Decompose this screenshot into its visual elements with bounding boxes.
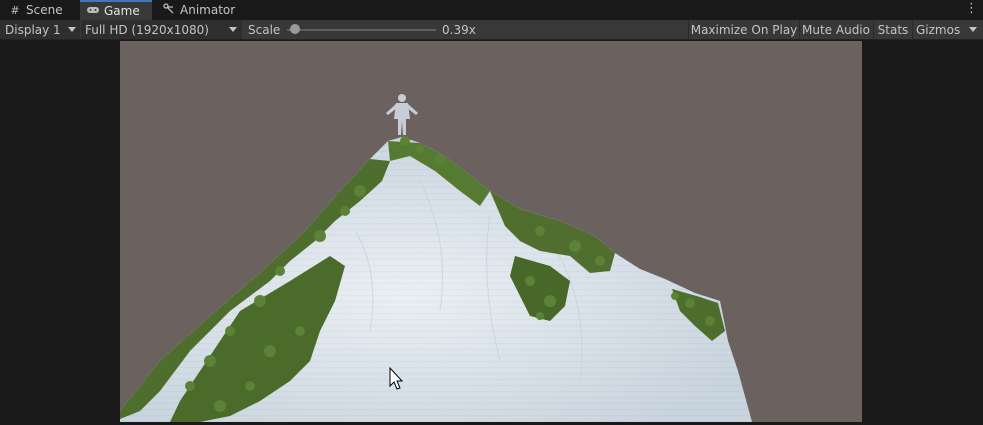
scale-slider-thumb[interactable] xyxy=(290,24,300,34)
scale-label: Scale xyxy=(248,22,281,37)
display-dropdown[interactable]: Display 1 xyxy=(0,20,80,39)
chevron-down-icon xyxy=(229,27,237,32)
gizmos-label: Gizmos xyxy=(916,22,961,37)
resolution-dropdown[interactable]: Full HD (1920x1080) xyxy=(81,20,242,39)
tab-scene[interactable]: # Scene xyxy=(2,0,78,20)
animator-icon xyxy=(162,2,176,18)
display-value: Display 1 xyxy=(5,22,61,37)
scene-render xyxy=(120,94,752,422)
divider xyxy=(688,20,689,39)
tab-animator[interactable]: Animator xyxy=(156,0,246,20)
chevron-down-icon xyxy=(68,27,76,32)
scale-value: 0.39x xyxy=(442,22,476,37)
game-viewport[interactable] xyxy=(120,41,862,422)
resolution-value: Full HD (1920x1080) xyxy=(85,22,209,37)
maximize-on-play-button[interactable]: Maximize On Play xyxy=(690,20,798,39)
tab-game[interactable]: Game xyxy=(80,0,152,20)
grid-icon: # xyxy=(10,3,20,17)
game-toolbar: Display 1 Full HD (1920x1080) Scale 0.39… xyxy=(0,20,983,40)
tab-bar: # Scene Game Animator ⋮ xyxy=(0,0,983,20)
humanoid-character xyxy=(386,94,418,135)
mute-audio-button[interactable]: Mute Audio xyxy=(800,20,872,39)
scale-slider-track[interactable] xyxy=(287,29,436,31)
more-options-icon[interactable]: ⋮ xyxy=(965,2,978,18)
gizmos-dropdown[interactable]: Gizmos xyxy=(913,20,983,39)
gamepad-icon xyxy=(86,5,100,18)
chevron-down-icon xyxy=(969,27,977,32)
tab-game-label: Game xyxy=(104,4,140,18)
tab-scene-label: Scene xyxy=(26,3,63,17)
stats-button[interactable]: Stats xyxy=(874,20,912,39)
tab-animator-label: Animator xyxy=(180,3,236,17)
